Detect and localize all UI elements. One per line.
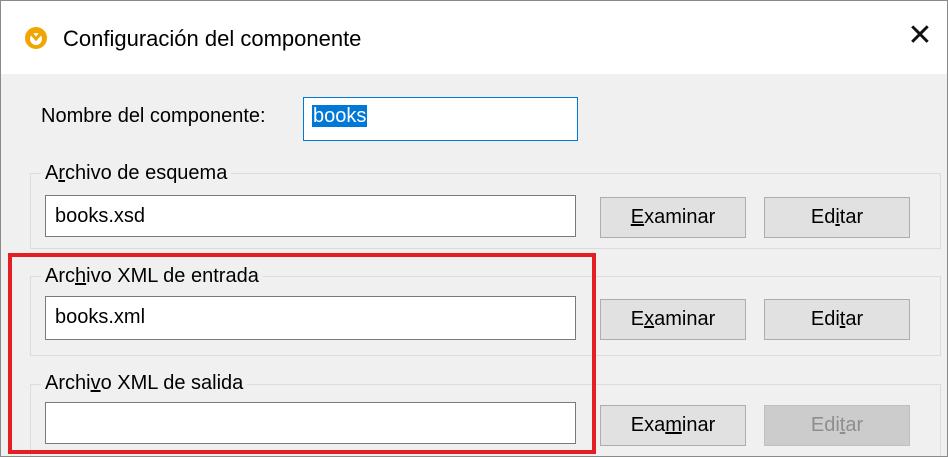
schema-file-input[interactable]: books.xsd bbox=[45, 195, 576, 237]
legend-accelerator: r bbox=[58, 162, 66, 184]
title-bar: Configuración del componente ✕ bbox=[1, 1, 947, 74]
button-label: xaminar bbox=[644, 206, 716, 228]
button-accelerator: x bbox=[644, 308, 655, 330]
component-settings-dialog: Configuración del componente ✕ Nombre de… bbox=[0, 0, 948, 457]
input-xml-input[interactable]: books.xml bbox=[45, 296, 576, 340]
component-name-value: books bbox=[312, 105, 368, 127]
legend-text: o XML de salida bbox=[100, 372, 244, 394]
button-label: inar bbox=[681, 414, 716, 436]
button-label: E bbox=[630, 308, 645, 330]
component-name-label: Nombre del componente: bbox=[41, 105, 266, 127]
legend-text: chivo de esquema bbox=[65, 162, 228, 184]
dialog-title: Configuración del componente bbox=[63, 26, 362, 51]
button-label: ar bbox=[845, 308, 864, 330]
input-xml-legend: Archivo XML de entrada bbox=[41, 264, 263, 288]
legend-text: Archi bbox=[45, 372, 91, 394]
input-xml-edit-button[interactable]: Editar bbox=[764, 299, 910, 340]
output-xml-browse-button[interactable]: Examinar bbox=[600, 405, 746, 446]
button-accelerator: E bbox=[630, 206, 645, 228]
input-xml-browse-button[interactable]: Examinar bbox=[600, 299, 746, 340]
legend-accelerator: h bbox=[75, 265, 87, 287]
button-label: ar bbox=[845, 414, 864, 436]
schema-browse-button[interactable]: Examinar bbox=[600, 197, 746, 238]
output-xml-legend: Archivo XML de salida bbox=[41, 371, 248, 395]
legend-text: A bbox=[45, 162, 59, 184]
button-label: Edi bbox=[810, 308, 840, 330]
schema-file-legend: Archivo de esquema bbox=[41, 161, 232, 185]
legend-text: ivo XML de entrada bbox=[86, 265, 259, 287]
button-label: Edi bbox=[810, 414, 840, 436]
schema-file-value: books.xsd bbox=[55, 205, 146, 227]
output-xml-input[interactable] bbox=[45, 402, 576, 444]
button-label: Ed bbox=[810, 206, 836, 228]
button-label: Exa bbox=[630, 414, 666, 436]
legend-text: Arc bbox=[45, 265, 75, 287]
component-name-input[interactable]: books bbox=[303, 97, 578, 141]
input-xml-value: books.xml bbox=[55, 306, 146, 328]
button-label: aminar bbox=[654, 308, 716, 330]
legend-accelerator: v bbox=[90, 372, 101, 394]
button-label: tar bbox=[839, 206, 864, 228]
schema-edit-button[interactable]: Editar bbox=[764, 197, 910, 238]
output-xml-edit-button[interactable]: Editar bbox=[764, 405, 910, 446]
button-accelerator: m bbox=[665, 414, 682, 436]
app-logo-icon bbox=[25, 27, 47, 49]
close-icon[interactable]: ✕ bbox=[907, 21, 933, 51]
